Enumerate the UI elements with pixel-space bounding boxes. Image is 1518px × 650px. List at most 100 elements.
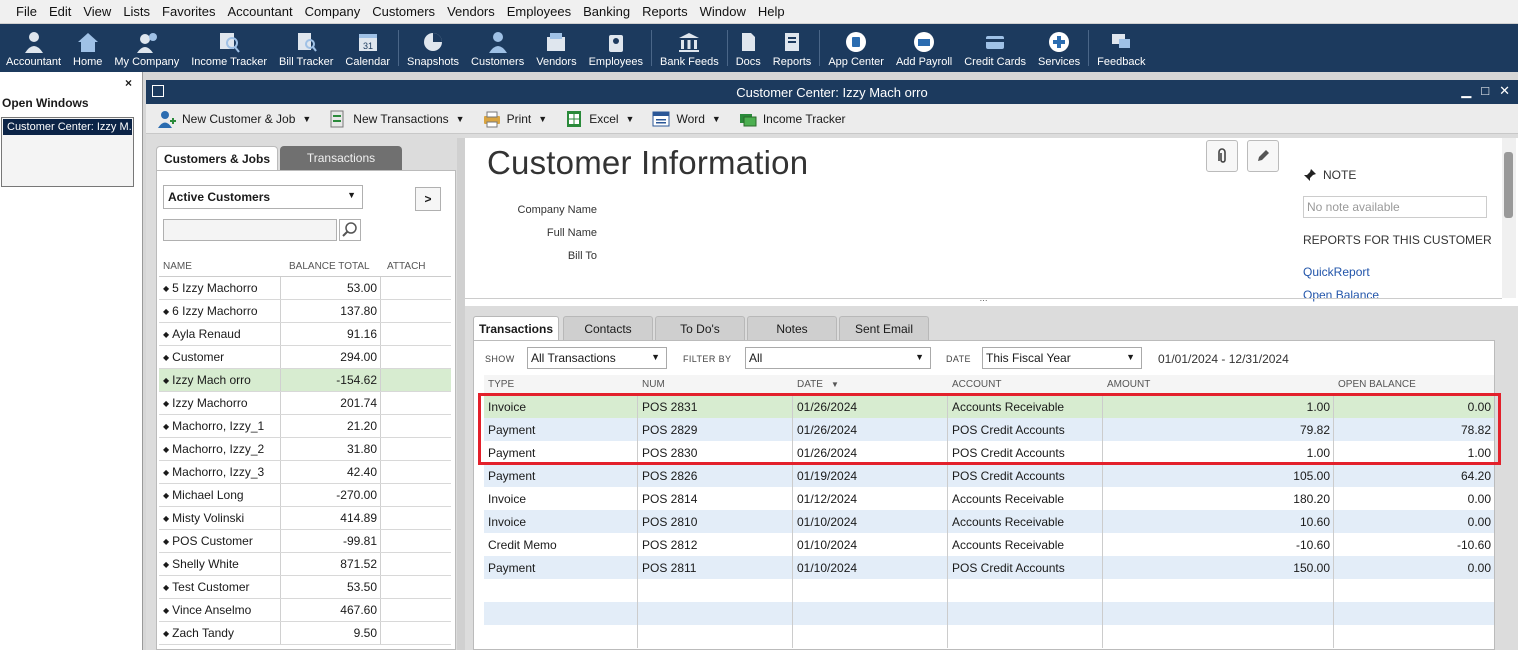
customer-row[interactable]: ◆ Michael Long -270.00 xyxy=(159,484,451,507)
column-attach[interactable]: ATTACH xyxy=(381,261,451,272)
transaction-row-selected[interactable]: Invoice POS 2831 01/26/2024 Accounts Receiv… xyxy=(484,395,1494,418)
toolbar-customers[interactable]: Customers xyxy=(465,24,530,72)
customer-row[interactable]: ◆ Misty Volinski 414.89 xyxy=(159,507,451,530)
column-date[interactable]: DATE ▼ xyxy=(793,375,948,394)
expand-button[interactable]: > xyxy=(415,187,441,211)
toolbar-home[interactable]: Home xyxy=(67,24,108,72)
menu-help[interactable]: Help xyxy=(752,4,791,19)
customer-row[interactable]: ◆ Test Customer 53.50 xyxy=(159,576,451,599)
menu-customers[interactable]: Customers xyxy=(366,4,441,19)
column-open-balance[interactable]: OPEN BALANCE xyxy=(1334,375,1494,394)
customer-row[interactable]: ◆ Machorro, Izzy_2 31.80 xyxy=(159,438,451,461)
transaction-row[interactable]: Payment POS 2811 01/10/2024 POS Credit Acco… xyxy=(484,556,1494,579)
customer-row[interactable]: ◆ Vince Anselmo 467.60 xyxy=(159,599,451,622)
menu-employees[interactable]: Employees xyxy=(501,4,577,19)
transaction-row[interactable]: Payment POS 2826 01/19/2024 POS Credit Acco… xyxy=(484,464,1494,487)
menu-company[interactable]: Company xyxy=(299,4,367,19)
menu-accountant[interactable]: Accountant xyxy=(222,4,299,19)
column-amount[interactable]: AMOUNT xyxy=(1103,375,1334,394)
toolbar-credit-cards[interactable]: Credit Cards xyxy=(958,24,1032,72)
show-dropdown[interactable]: All Transactions ▼ xyxy=(527,347,667,369)
customer-row[interactable]: ◆ 5 Izzy Machorro 53.00 xyxy=(159,277,451,300)
toolbar-app-center[interactable]: App Center xyxy=(822,24,890,72)
customer-filter-dropdown[interactable]: Active Customers ▼ xyxy=(163,185,363,209)
toolbar-employees[interactable]: Employees xyxy=(583,24,649,72)
toolbar-add-payroll[interactable]: Add Payroll xyxy=(890,24,958,72)
menu-vendors[interactable]: Vendors xyxy=(441,4,501,19)
menu-window[interactable]: Window xyxy=(694,4,752,19)
word-button[interactable]: Word ▼ xyxy=(652,110,721,128)
customer-row[interactable]: ◆ Zach Tandy 9.50 xyxy=(159,622,451,645)
tab-notes[interactable]: Notes xyxy=(747,316,837,340)
toolbar-feedback[interactable]: Feedback xyxy=(1091,24,1151,72)
toolbar-services[interactable]: Services xyxy=(1032,24,1086,72)
column-name[interactable]: NAME xyxy=(159,257,281,276)
column-type[interactable]: TYPE xyxy=(484,375,638,394)
close-icon[interactable]: × xyxy=(125,76,132,90)
menu-reports[interactable]: Reports xyxy=(636,4,694,19)
tab-sent-email[interactable]: Sent Email xyxy=(839,316,929,340)
toolbar-bank-feeds[interactable]: Bank Feeds xyxy=(654,24,725,72)
toolbar-bill-tracker[interactable]: Bill Tracker xyxy=(273,24,339,72)
transaction-row[interactable]: Credit Memo POS 2812 01/10/2024 Accounts Re… xyxy=(484,533,1494,556)
customer-row[interactable]: ◆ Ayla Renaud 91.16 xyxy=(159,323,451,346)
transaction-row[interactable]: Payment POS 2829 01/26/2024 POS Credit Acco… xyxy=(484,418,1494,441)
quickreport-link[interactable]: QuickReport xyxy=(1303,265,1370,279)
horizontal-splitter[interactable]: ⋯ xyxy=(465,297,1502,305)
note-field[interactable]: No note available xyxy=(1303,196,1487,218)
customer-row-selected[interactable]: ◆ Izzy Mach orro -154.62 xyxy=(159,369,451,392)
minimize-icon[interactable]: ▁ xyxy=(1461,83,1471,99)
scrollbar-thumb[interactable] xyxy=(1504,152,1513,218)
customer-row[interactable]: ◆ Shelly White 871.52 xyxy=(159,553,451,576)
tab-contacts[interactable]: Contacts xyxy=(563,316,653,340)
excel-button[interactable]: Excel ▼ xyxy=(565,110,634,128)
transaction-row[interactable]: Invoice POS 2814 01/12/2024 Accounts Receiv… xyxy=(484,487,1494,510)
toolbar-income-tracker[interactable]: Income Tracker xyxy=(185,24,273,72)
customer-row[interactable]: ◆ Customer 294.00 xyxy=(159,346,451,369)
open-window-item[interactable]: Customer Center: Izzy M... xyxy=(3,119,132,135)
menu-file[interactable]: File xyxy=(10,4,43,19)
info-scrollbar[interactable] xyxy=(1502,138,1516,298)
search-button[interactable] xyxy=(339,219,361,241)
menu-edit[interactable]: Edit xyxy=(43,4,77,19)
new-transactions-button[interactable]: New Transactions ▼ xyxy=(329,110,465,128)
customer-row[interactable]: ◆ Machorro, Izzy_3 42.40 xyxy=(159,461,451,484)
date-dropdown[interactable]: This Fiscal Year ▼ xyxy=(982,347,1142,369)
toolbar-snapshots[interactable]: Snapshots xyxy=(401,24,465,72)
customer-row[interactable]: ◆ Izzy Machorro 201.74 xyxy=(159,392,451,415)
transaction-row[interactable]: Payment POS 2830 01/26/2024 POS Credit Acco… xyxy=(484,441,1494,464)
tab-transactions-list[interactable]: Transactions xyxy=(280,146,402,170)
close-icon[interactable]: ✕ xyxy=(1499,83,1510,99)
customer-row[interactable]: ◆ 6 Izzy Machorro 137.80 xyxy=(159,300,451,323)
income-tracker-button[interactable]: Income Tracker xyxy=(739,110,846,128)
customer-row[interactable]: ◆ POS Customer -99.81 xyxy=(159,530,451,553)
transaction-row[interactable]: Invoice POS 2810 01/10/2024 Accounts Receiv… xyxy=(484,510,1494,533)
toolbar-vendors[interactable]: Vendors xyxy=(530,24,582,72)
print-button[interactable]: Print ▼ xyxy=(483,110,547,128)
filter-by-dropdown[interactable]: All ▼ xyxy=(745,347,931,369)
menu-favorites[interactable]: Favorites xyxy=(156,4,221,19)
new-customer-job-button[interactable]: New Customer & Job ▼ xyxy=(158,110,311,128)
column-account[interactable]: ACCOUNT xyxy=(948,375,1103,394)
toolbar-calendar[interactable]: 31 Calendar xyxy=(339,24,396,72)
edit-button[interactable] xyxy=(1247,140,1279,172)
panel-splitter[interactable] xyxy=(457,138,465,650)
menu-view[interactable]: View xyxy=(77,4,117,19)
column-num[interactable]: NUM xyxy=(638,375,793,394)
add-payroll-icon xyxy=(914,32,935,52)
attach-button[interactable] xyxy=(1206,140,1238,172)
maximize-icon[interactable]: □ xyxy=(1481,83,1489,99)
toolbar-reports[interactable]: Reports xyxy=(767,24,818,72)
tab-transactions[interactable]: Transactions xyxy=(473,316,559,340)
column-balance-total[interactable]: BALANCE TOTAL xyxy=(281,257,381,276)
customer-search-input[interactable] xyxy=(163,219,337,241)
menu-banking[interactable]: Banking xyxy=(577,4,636,19)
toolbar-accountant[interactable]: Accountant xyxy=(0,24,67,72)
window-menu-icon[interactable] xyxy=(152,85,164,97)
customer-row[interactable]: ◆ Machorro, Izzy_1 21.20 xyxy=(159,415,451,438)
tab-customers-jobs[interactable]: Customers & Jobs xyxy=(156,146,278,170)
tab-todos[interactable]: To Do's xyxy=(655,316,745,340)
toolbar-my-company[interactable]: My Company xyxy=(108,24,185,72)
toolbar-docs[interactable]: Docs xyxy=(730,24,767,72)
menu-lists[interactable]: Lists xyxy=(117,4,156,19)
